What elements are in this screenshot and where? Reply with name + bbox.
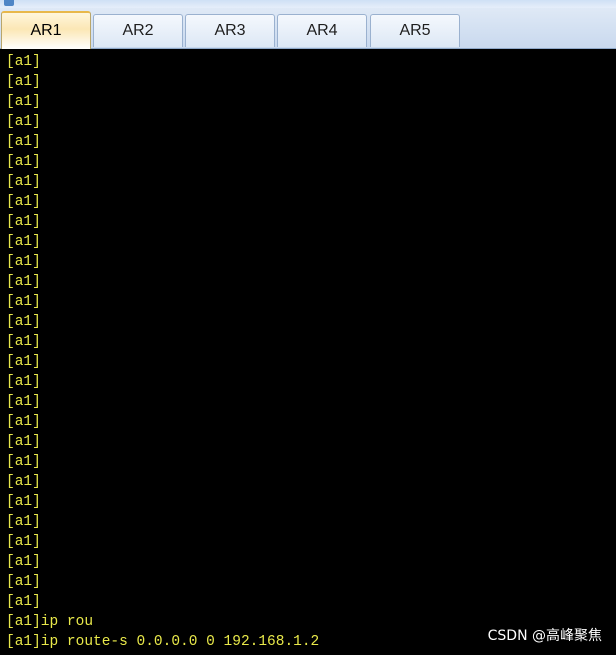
terminal-line: [a1] (6, 234, 41, 250)
terminal-line: [a1] (6, 454, 41, 470)
tab-ar3[interactable]: AR3 (185, 14, 275, 47)
terminal-line: [a1] (6, 114, 41, 130)
title-bar (0, 0, 616, 8)
tab-ar4[interactable]: AR4 (277, 14, 367, 47)
terminal-window: AR1 AR2 AR3 AR4 AR5 [a1] [a1] [a1] [a1] [a1]… (0, 0, 616, 655)
terminal-line: [a1] (6, 154, 41, 170)
terminal-console[interactable]: [a1] [a1] [a1] [a1] [a1] [a1] [a1] [a1] [a1] [a1]… (0, 49, 616, 655)
terminal-line: [a1] (6, 574, 41, 590)
terminal-line: [a1] (6, 494, 41, 510)
terminal-line: [a1] (6, 434, 41, 450)
terminal-line: [a1] (6, 514, 41, 530)
terminal-line: [a1] (6, 594, 41, 610)
terminal-line: [a1] (6, 554, 41, 570)
terminal-line: [a1] (6, 294, 41, 310)
terminal-line: [a1] (6, 94, 41, 110)
tab-ar5[interactable]: AR5 (370, 14, 460, 47)
terminal-line: [a1] (6, 194, 41, 210)
terminal-line: [a1] (6, 314, 41, 330)
terminal-line: [a1] (6, 474, 41, 490)
terminal-line: [a1] (6, 414, 41, 430)
terminal-line: [a1] (6, 274, 41, 290)
terminal-line: [a1] (6, 334, 41, 350)
terminal-line: [a1] (6, 374, 41, 390)
terminal-line: [a1] (6, 534, 41, 550)
terminal-line: [a1] (6, 54, 41, 70)
terminal-line: [a1] (6, 214, 41, 230)
tab-ar2[interactable]: AR2 (93, 14, 183, 47)
terminal-line: [a1] (6, 174, 41, 190)
tab-ar1[interactable]: AR1 (1, 11, 91, 49)
terminal-line: [a1] (6, 74, 41, 90)
terminal-line: [a1] (6, 254, 41, 270)
terminal-line: [a1] (6, 354, 41, 370)
watermark: CSDN @高峰聚焦 (487, 628, 602, 644)
terminal-line: [a1] (6, 134, 41, 150)
device-tab-bar: AR1 AR2 AR3 AR4 AR5 (0, 8, 616, 49)
terminal-line: [a1] (6, 394, 41, 410)
app-icon (4, 0, 14, 6)
